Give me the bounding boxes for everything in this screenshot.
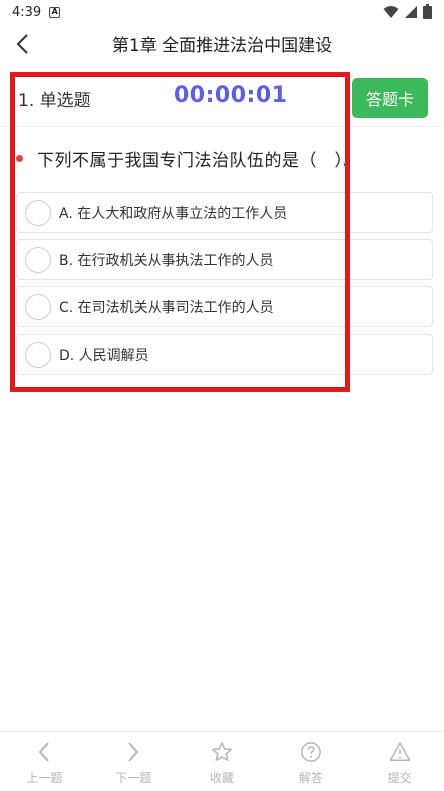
option-label: D. 人民调解员 bbox=[59, 347, 149, 364]
radio-circle-icon[interactable] bbox=[25, 341, 51, 368]
submit-button[interactable]: 提交 bbox=[355, 732, 444, 791]
radio-circle-icon[interactable] bbox=[25, 293, 51, 320]
app-bar: 第1章 全面推进法治中国建设 bbox=[0, 24, 444, 68]
question-type-label: 1. 单选题 bbox=[18, 91, 91, 111]
favorite-label: 收藏 bbox=[209, 771, 234, 785]
notification-icon: A bbox=[49, 6, 61, 18]
wifi-icon bbox=[383, 5, 399, 23]
option-b[interactable]: B. 在行政机关从事执法工作的人员 bbox=[16, 239, 433, 280]
option-label: C. 在司法机关从事司法工作的人员 bbox=[59, 299, 274, 316]
timer: 00:00:01 bbox=[174, 83, 288, 108]
chevron-right-icon bbox=[121, 740, 145, 764]
star-icon bbox=[210, 740, 234, 764]
answer-explanation-label: 解答 bbox=[298, 771, 323, 785]
answer-sheet-button[interactable]: 答题卡 bbox=[352, 78, 428, 118]
option-c[interactable]: C. 在司法机关从事司法工作的人员 bbox=[16, 286, 433, 327]
submit-label: 提交 bbox=[387, 771, 412, 785]
prev-question-button[interactable]: 上一题 bbox=[0, 732, 89, 791]
prev-question-label: 上一题 bbox=[26, 771, 63, 785]
status-icons bbox=[383, 4, 432, 23]
answer-explanation-button[interactable]: 解答 bbox=[266, 732, 355, 791]
page-title: 第1章 全面推进法治中国建设 bbox=[111, 36, 333, 56]
option-label: B. 在行政机关从事执法工作的人员 bbox=[59, 252, 274, 269]
status-bar: 4:39 A bbox=[0, 0, 444, 24]
battery-icon bbox=[423, 4, 432, 23]
status-time: 4:39 bbox=[12, 4, 42, 20]
warning-triangle-icon bbox=[388, 740, 412, 764]
back-button[interactable] bbox=[8, 32, 36, 60]
bullet-dot-icon bbox=[16, 154, 23, 162]
radio-circle-icon[interactable] bbox=[25, 246, 51, 273]
chevron-left-icon bbox=[15, 33, 29, 59]
signal-icon bbox=[404, 5, 418, 23]
option-a[interactable]: A. 在人大和政府从事立法的工作人员 bbox=[16, 192, 433, 233]
next-question-button[interactable]: 下一题 bbox=[89, 732, 178, 791]
question-header: 1. 单选题 00:00:01 答题卡 bbox=[0, 72, 444, 124]
option-label: A. 在人大和政府从事立法的工作人员 bbox=[59, 205, 288, 222]
favorite-button[interactable]: 收藏 bbox=[178, 732, 267, 791]
next-question-label: 下一题 bbox=[115, 771, 152, 785]
bottom-nav-bar: 上一题 下一题 收藏 解答 提交 bbox=[0, 731, 444, 791]
radio-circle-icon[interactable] bbox=[25, 199, 51, 226]
question-circle-icon bbox=[299, 740, 323, 764]
chevron-left-icon bbox=[32, 740, 56, 764]
question-stem: 下列不属于我国专门法治队伍的是（ ）。 bbox=[16, 145, 436, 171]
option-d[interactable]: D. 人民调解员 bbox=[16, 334, 433, 375]
divider bbox=[0, 126, 444, 127]
question-stem-text: 下列不属于我国专门法治队伍的是（ ）。 bbox=[37, 150, 361, 171]
